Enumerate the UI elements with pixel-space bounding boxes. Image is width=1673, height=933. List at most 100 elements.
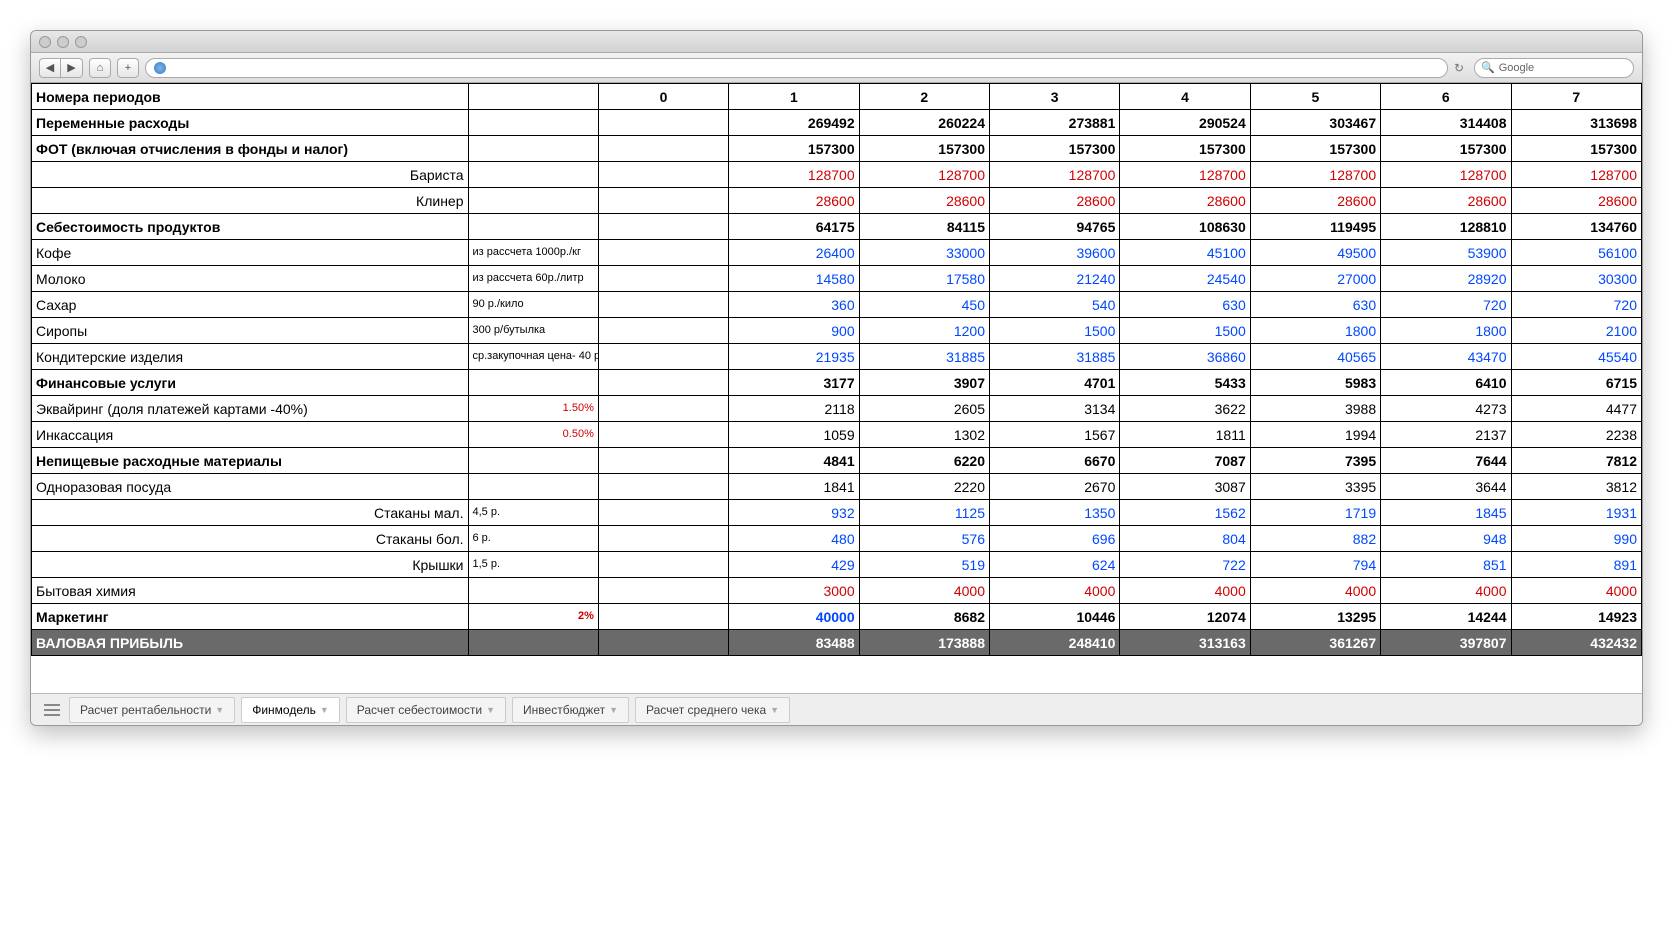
cell[interactable]: 313698	[1511, 110, 1642, 136]
cell[interactable]: 45540	[1511, 344, 1642, 370]
add-tab-button[interactable]: +	[117, 58, 139, 78]
cell[interactable]: 40565	[1250, 344, 1380, 370]
cell[interactable]	[468, 162, 598, 188]
cell[interactable]	[598, 214, 728, 240]
row-label[interactable]: Непищевые расходные материалы	[32, 448, 469, 474]
cell[interactable]: 39600	[990, 240, 1120, 266]
cell[interactable]: 1500	[1120, 318, 1250, 344]
cell[interactable]: 1562	[1120, 500, 1250, 526]
col-header[interactable]: 1	[729, 84, 859, 110]
cell[interactable]: 794	[1250, 552, 1380, 578]
cell[interactable]: 4000	[1511, 578, 1642, 604]
cell[interactable]: 173888	[859, 630, 989, 656]
cell[interactable]: 450	[859, 292, 989, 318]
cell[interactable]: 45100	[1120, 240, 1250, 266]
cell[interactable]: 630	[1120, 292, 1250, 318]
row-label[interactable]: Бытовая химия	[32, 578, 469, 604]
cell[interactable]	[468, 448, 598, 474]
cell[interactable]: 540	[990, 292, 1120, 318]
cell[interactable]: 1800	[1381, 318, 1511, 344]
cell[interactable]: 4273	[1381, 396, 1511, 422]
row-label[interactable]: Стаканы мал.	[32, 500, 469, 526]
row-label[interactable]: Крышки	[32, 552, 469, 578]
cell[interactable]: 7812	[1511, 448, 1642, 474]
cell[interactable]: 3622	[1120, 396, 1250, 422]
cell[interactable]	[468, 630, 598, 656]
cell[interactable]: 1931	[1511, 500, 1642, 526]
cell[interactable]: 128810	[1381, 214, 1511, 240]
cell[interactable]: 36860	[1120, 344, 1250, 370]
cell[interactable]: 2220	[859, 474, 989, 500]
cell[interactable]: 0.50%	[468, 422, 598, 448]
reload-icon[interactable]: ↻	[1454, 61, 1464, 75]
cell[interactable]: 300 р/бутылка	[468, 318, 598, 344]
cell[interactable]: 128700	[1381, 162, 1511, 188]
row-label[interactable]: Молоко	[32, 266, 469, 292]
cell[interactable]: 128700	[1120, 162, 1250, 188]
cell[interactable]: 1994	[1250, 422, 1380, 448]
cell[interactable]	[598, 110, 728, 136]
cell[interactable]: 84115	[859, 214, 989, 240]
cell[interactable]: 21935	[729, 344, 859, 370]
cell[interactable]	[598, 448, 728, 474]
cell[interactable]: 2605	[859, 396, 989, 422]
cell[interactable]: 128700	[990, 162, 1120, 188]
cell[interactable]	[468, 84, 598, 110]
cell[interactable]	[598, 136, 728, 162]
cell[interactable]	[598, 396, 728, 422]
cell[interactable]: 28920	[1381, 266, 1511, 292]
cell[interactable]: 119495	[1250, 214, 1380, 240]
cell[interactable]: 4000	[859, 578, 989, 604]
cell[interactable]: 157300	[1511, 136, 1642, 162]
row-label[interactable]: Сиропы	[32, 318, 469, 344]
cell[interactable]: 4000	[990, 578, 1120, 604]
close-icon[interactable]	[39, 36, 51, 48]
chevron-down-icon[interactable]: ▼	[320, 705, 329, 715]
cell[interactable]: 1845	[1381, 500, 1511, 526]
cell[interactable]: 624	[990, 552, 1120, 578]
cell[interactable]: 27000	[1250, 266, 1380, 292]
cell[interactable]: 1200	[859, 318, 989, 344]
cell[interactable]: 157300	[1381, 136, 1511, 162]
cell[interactable]: 3644	[1381, 474, 1511, 500]
cell[interactable]: 6670	[990, 448, 1120, 474]
back-button[interactable]: ◀	[39, 58, 61, 78]
cell[interactable]: 134760	[1511, 214, 1642, 240]
cell[interactable]: 2118	[729, 396, 859, 422]
cell[interactable]: 3134	[990, 396, 1120, 422]
cell[interactable]: 4,5 р.	[468, 500, 598, 526]
cell[interactable]: 4701	[990, 370, 1120, 396]
cell[interactable]: 6410	[1381, 370, 1511, 396]
cell[interactable]: 28600	[1250, 188, 1380, 214]
cell[interactable]: 2%	[468, 604, 598, 630]
cell[interactable]: 28600	[1511, 188, 1642, 214]
cell[interactable]	[468, 474, 598, 500]
cell[interactable]: 269492	[729, 110, 859, 136]
cell[interactable]: 4000	[1250, 578, 1380, 604]
row-label[interactable]: Бариста	[32, 162, 469, 188]
cell[interactable]: 24540	[1120, 266, 1250, 292]
cell[interactable]: 33000	[859, 240, 989, 266]
cell[interactable]: 3395	[1250, 474, 1380, 500]
cell[interactable]: 17580	[859, 266, 989, 292]
cell[interactable]: 1719	[1250, 500, 1380, 526]
maximize-icon[interactable]	[75, 36, 87, 48]
sheet-tab[interactable]: Расчет себестоимости▼	[346, 697, 506, 723]
row-label[interactable]: Стаканы бол.	[32, 526, 469, 552]
cell[interactable]: 3177	[729, 370, 859, 396]
cell[interactable]	[468, 578, 598, 604]
cell[interactable]	[468, 136, 598, 162]
cell[interactable]: 28600	[1120, 188, 1250, 214]
cell[interactable]: 12074	[1120, 604, 1250, 630]
cell[interactable]: 3087	[1120, 474, 1250, 500]
cell[interactable]: 576	[859, 526, 989, 552]
row-label[interactable]: Инкассация	[32, 422, 469, 448]
chevron-down-icon[interactable]: ▼	[609, 705, 618, 715]
col-header[interactable]: 3	[990, 84, 1120, 110]
chevron-down-icon[interactable]: ▼	[215, 705, 224, 715]
cell[interactable]: 13295	[1250, 604, 1380, 630]
cell[interactable]: 43470	[1381, 344, 1511, 370]
cell[interactable]: 2137	[1381, 422, 1511, 448]
cell[interactable]	[598, 188, 728, 214]
cell[interactable]: 4000	[1381, 578, 1511, 604]
